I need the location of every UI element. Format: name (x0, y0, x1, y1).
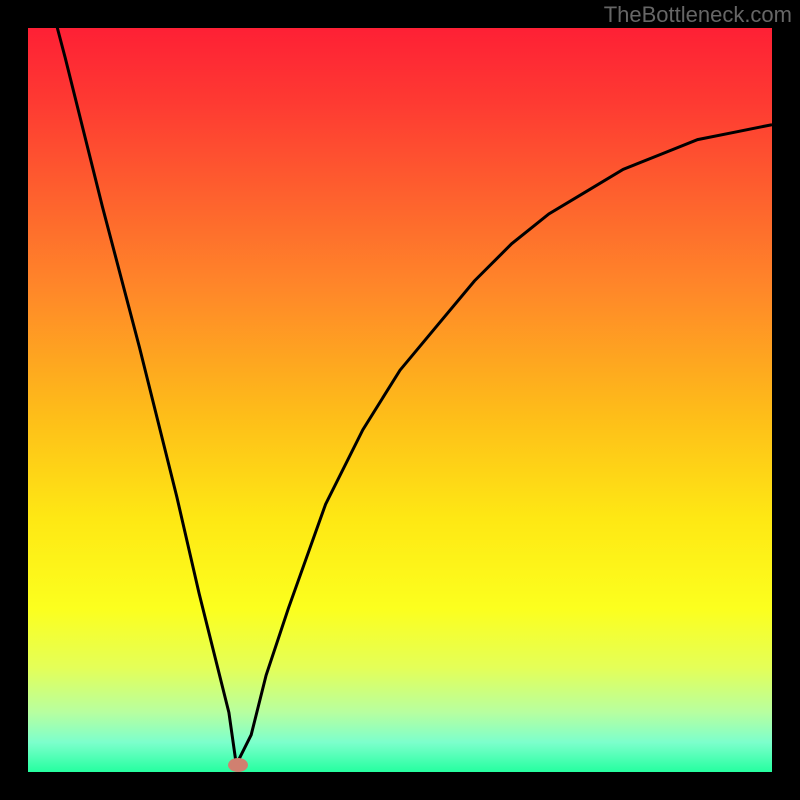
plot-area (28, 28, 772, 772)
chart-frame: TheBottleneck.com (0, 0, 800, 800)
bottleneck-curve-svg (28, 28, 772, 772)
bottleneck-curve (28, 28, 772, 765)
watermark-text: TheBottleneck.com (604, 2, 792, 28)
optimal-point-marker (228, 758, 248, 772)
